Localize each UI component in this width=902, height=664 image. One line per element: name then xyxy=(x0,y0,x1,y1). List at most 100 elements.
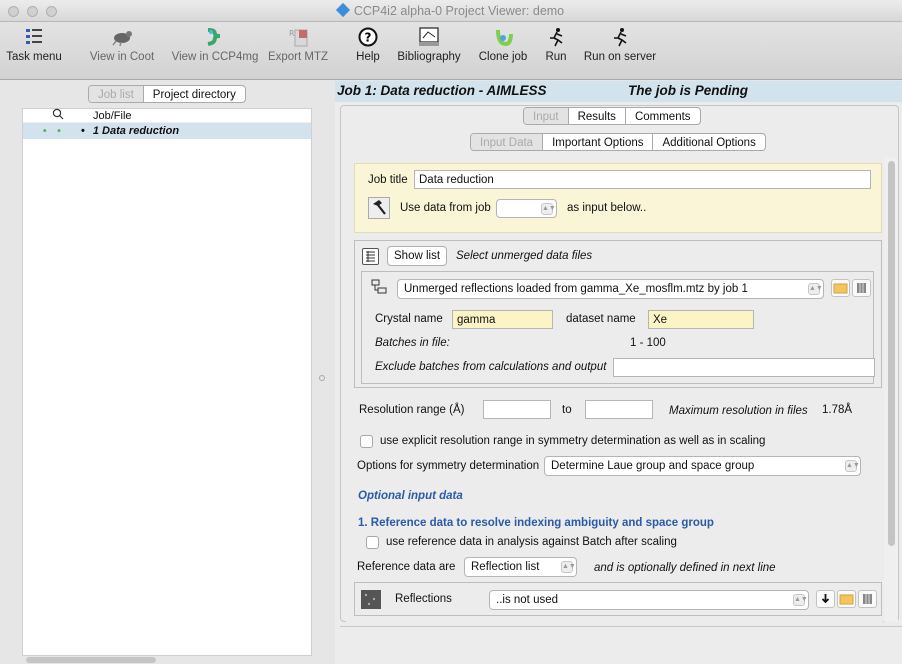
svg-text:R: R xyxy=(289,29,295,38)
max-resolution-label: Maximum resolution in files xyxy=(669,405,808,417)
show-list-icon[interactable] xyxy=(362,248,379,265)
job-status-header: The job is Pending xyxy=(628,83,749,98)
exclude-batches-input[interactable] xyxy=(613,358,875,377)
browse-folder-button[interactable] xyxy=(831,279,850,297)
sub-tab-bar: Input Data Important Options Additional … xyxy=(470,133,766,151)
form-vertical-scrollbar[interactable] xyxy=(884,158,898,622)
select-unmerged-label: Select unmerged data files xyxy=(456,250,593,262)
help-button[interactable]: ? Help xyxy=(352,26,384,63)
tree-bullet-icon: • xyxy=(81,125,85,137)
clone-job-button[interactable]: Clone job xyxy=(478,26,528,63)
stepper-arrows-icon: ▲▼ xyxy=(793,594,808,606)
help-question-icon: ? xyxy=(355,26,381,48)
run-on-server-icon xyxy=(607,26,633,48)
window-title: CCP4i2 alpha-0 Project Viewer: demo xyxy=(0,2,902,18)
crystal-name-input[interactable]: gamma xyxy=(452,310,553,329)
batches-in-file-label: Batches in file: xyxy=(375,337,450,349)
task-menu-icon xyxy=(21,26,47,48)
reference-data-type-select[interactable]: Reflection list ▲▼ xyxy=(464,557,577,577)
unmerged-file-group: Unmerged reflections loaded from gamma_X… xyxy=(361,271,875,384)
view-in-ccp4mg-button[interactable]: View in CCP4mg xyxy=(170,26,260,63)
run-figure-icon xyxy=(543,26,569,48)
splitter-handle-icon xyxy=(319,375,325,381)
run-on-server-button[interactable]: Run on server xyxy=(582,26,658,63)
resolution-max-input[interactable] xyxy=(585,400,653,419)
job-tree: Job/File • • • 1 Data reduction xyxy=(22,108,312,656)
resolution-range-label: Resolution range (Å) xyxy=(359,404,465,416)
ccp4-logo-icon xyxy=(335,2,350,18)
symmetry-options-label: Options for symmetry determination xyxy=(357,460,540,472)
window-titlebar: CCP4i2 alpha-0 Project Viewer: demo xyxy=(0,0,902,22)
dataset-name-input[interactable]: Xe xyxy=(648,310,754,329)
export-mtz-button[interactable]: R Export MTZ xyxy=(258,26,338,63)
file-view-button[interactable] xyxy=(858,590,877,608)
ccp4mg-ribbon-icon xyxy=(202,26,228,48)
input-data-form: Job title Data reduction Use data from j… xyxy=(346,158,883,622)
tab-job-list[interactable]: Job list xyxy=(89,86,143,102)
tree-horizontal-scrollbar[interactable] xyxy=(22,656,312,664)
use-data-hammer-icon[interactable] xyxy=(368,197,390,219)
resolution-to-label: to xyxy=(562,404,572,416)
batches-in-file-value: 1 - 100 xyxy=(630,337,666,349)
show-list-button[interactable]: Show list xyxy=(387,246,448,266)
reflections-select[interactable]: ..is not used ▲▼ xyxy=(489,590,809,610)
export-mtz-icon: R xyxy=(285,26,311,48)
tree-header-label: Job/File xyxy=(93,109,132,122)
tab-project-directory[interactable]: Project directory xyxy=(142,86,245,102)
reference-data-check-label: use reference data in analysis against B… xyxy=(386,536,677,548)
view-in-coot-button[interactable]: View in Coot xyxy=(84,26,160,63)
tree-row-label: 1 Data reduction xyxy=(92,125,180,137)
job-title-header: Job 1: Data reduction - AIMLESS xyxy=(337,83,547,98)
reflections-group: Reflections ..is not used ▲▼ xyxy=(354,582,882,616)
reference-data-suffix: and is optionally defined in next line xyxy=(594,562,776,574)
toolbar: Task menu View in Coot View in CCP4mg R … xyxy=(0,22,902,80)
use-data-label: Use data from job xyxy=(400,202,491,214)
symmetry-options-select[interactable]: Determine Laue group and space group ▲▼ xyxy=(544,456,861,476)
download-button[interactable] xyxy=(816,590,835,608)
tab-results[interactable]: Results xyxy=(567,108,625,124)
search-icon[interactable] xyxy=(43,108,73,123)
file-tree-icon[interactable] xyxy=(370,278,390,295)
coot-bird-icon xyxy=(109,26,135,48)
svg-text:?: ? xyxy=(365,31,372,45)
use-data-job-select[interactable]: ▲▼ xyxy=(496,199,557,218)
tab-input-data[interactable]: Input Data xyxy=(471,134,543,150)
task-menu-button[interactable]: Task menu xyxy=(6,26,62,63)
file-view-button[interactable] xyxy=(852,279,871,297)
reflections-label: Reflections xyxy=(395,593,452,605)
exclude-batches-label: Exclude batches from calculations and ou… xyxy=(375,361,607,373)
browse-folder-button[interactable] xyxy=(837,590,856,608)
reference-data-are-label: Reference data are xyxy=(357,561,456,573)
dataset-name-label: dataset name xyxy=(566,313,636,325)
tab-comments[interactable]: Comments xyxy=(624,108,700,124)
pane-splitter[interactable] xyxy=(313,81,335,664)
stepper-arrows-icon: ▲▼ xyxy=(808,283,823,295)
use-data-suffix: as input below.. xyxy=(567,202,647,214)
unmerged-data-group: Show list Select unmerged data files Unm… xyxy=(354,240,882,388)
explicit-resolution-checkbox[interactable] xyxy=(360,435,373,448)
resolution-min-input[interactable] xyxy=(483,400,551,419)
reference-data-heading: 1. Reference data to resolve indexing am… xyxy=(358,517,714,529)
left-tab-bar: Job list Project directory xyxy=(88,85,246,103)
job-title-input[interactable]: Data reduction xyxy=(414,170,871,189)
reflections-data-icon xyxy=(361,590,381,609)
job-title-label: Job title xyxy=(368,174,408,186)
crystal-name-label: Crystal name xyxy=(375,313,443,325)
max-resolution-value: 1.78Å xyxy=(822,404,853,416)
tab-additional-options[interactable]: Additional Options xyxy=(652,134,764,150)
stepper-arrows-icon: ▲▼ xyxy=(541,203,556,215)
job-status-dots-icon: • • xyxy=(43,125,65,137)
explicit-resolution-label: use explicit resolution range in symmetr… xyxy=(380,435,766,447)
main-tab-bar: Input Results Comments xyxy=(523,107,701,125)
tree-row-job-1[interactable]: • • • 1 Data reduction xyxy=(23,123,311,139)
job-header: Job 1: Data reduction - AIMLESS The job … xyxy=(335,81,902,102)
run-button[interactable]: Run xyxy=(541,26,571,63)
tab-important-options[interactable]: Important Options xyxy=(542,134,652,150)
unmerged-file-select[interactable]: Unmerged reflections loaded from gamma_X… xyxy=(397,279,824,299)
stepper-arrows-icon: ▲▼ xyxy=(845,460,860,472)
reference-data-checkbox[interactable] xyxy=(366,536,379,549)
tab-input[interactable]: Input xyxy=(524,108,568,124)
bibliography-button[interactable]: Bibliography xyxy=(395,26,463,63)
left-pane: Job list Project directory Job/File • • … xyxy=(0,81,312,664)
job-title-section: Job title Data reduction Use data from j… xyxy=(354,163,882,233)
